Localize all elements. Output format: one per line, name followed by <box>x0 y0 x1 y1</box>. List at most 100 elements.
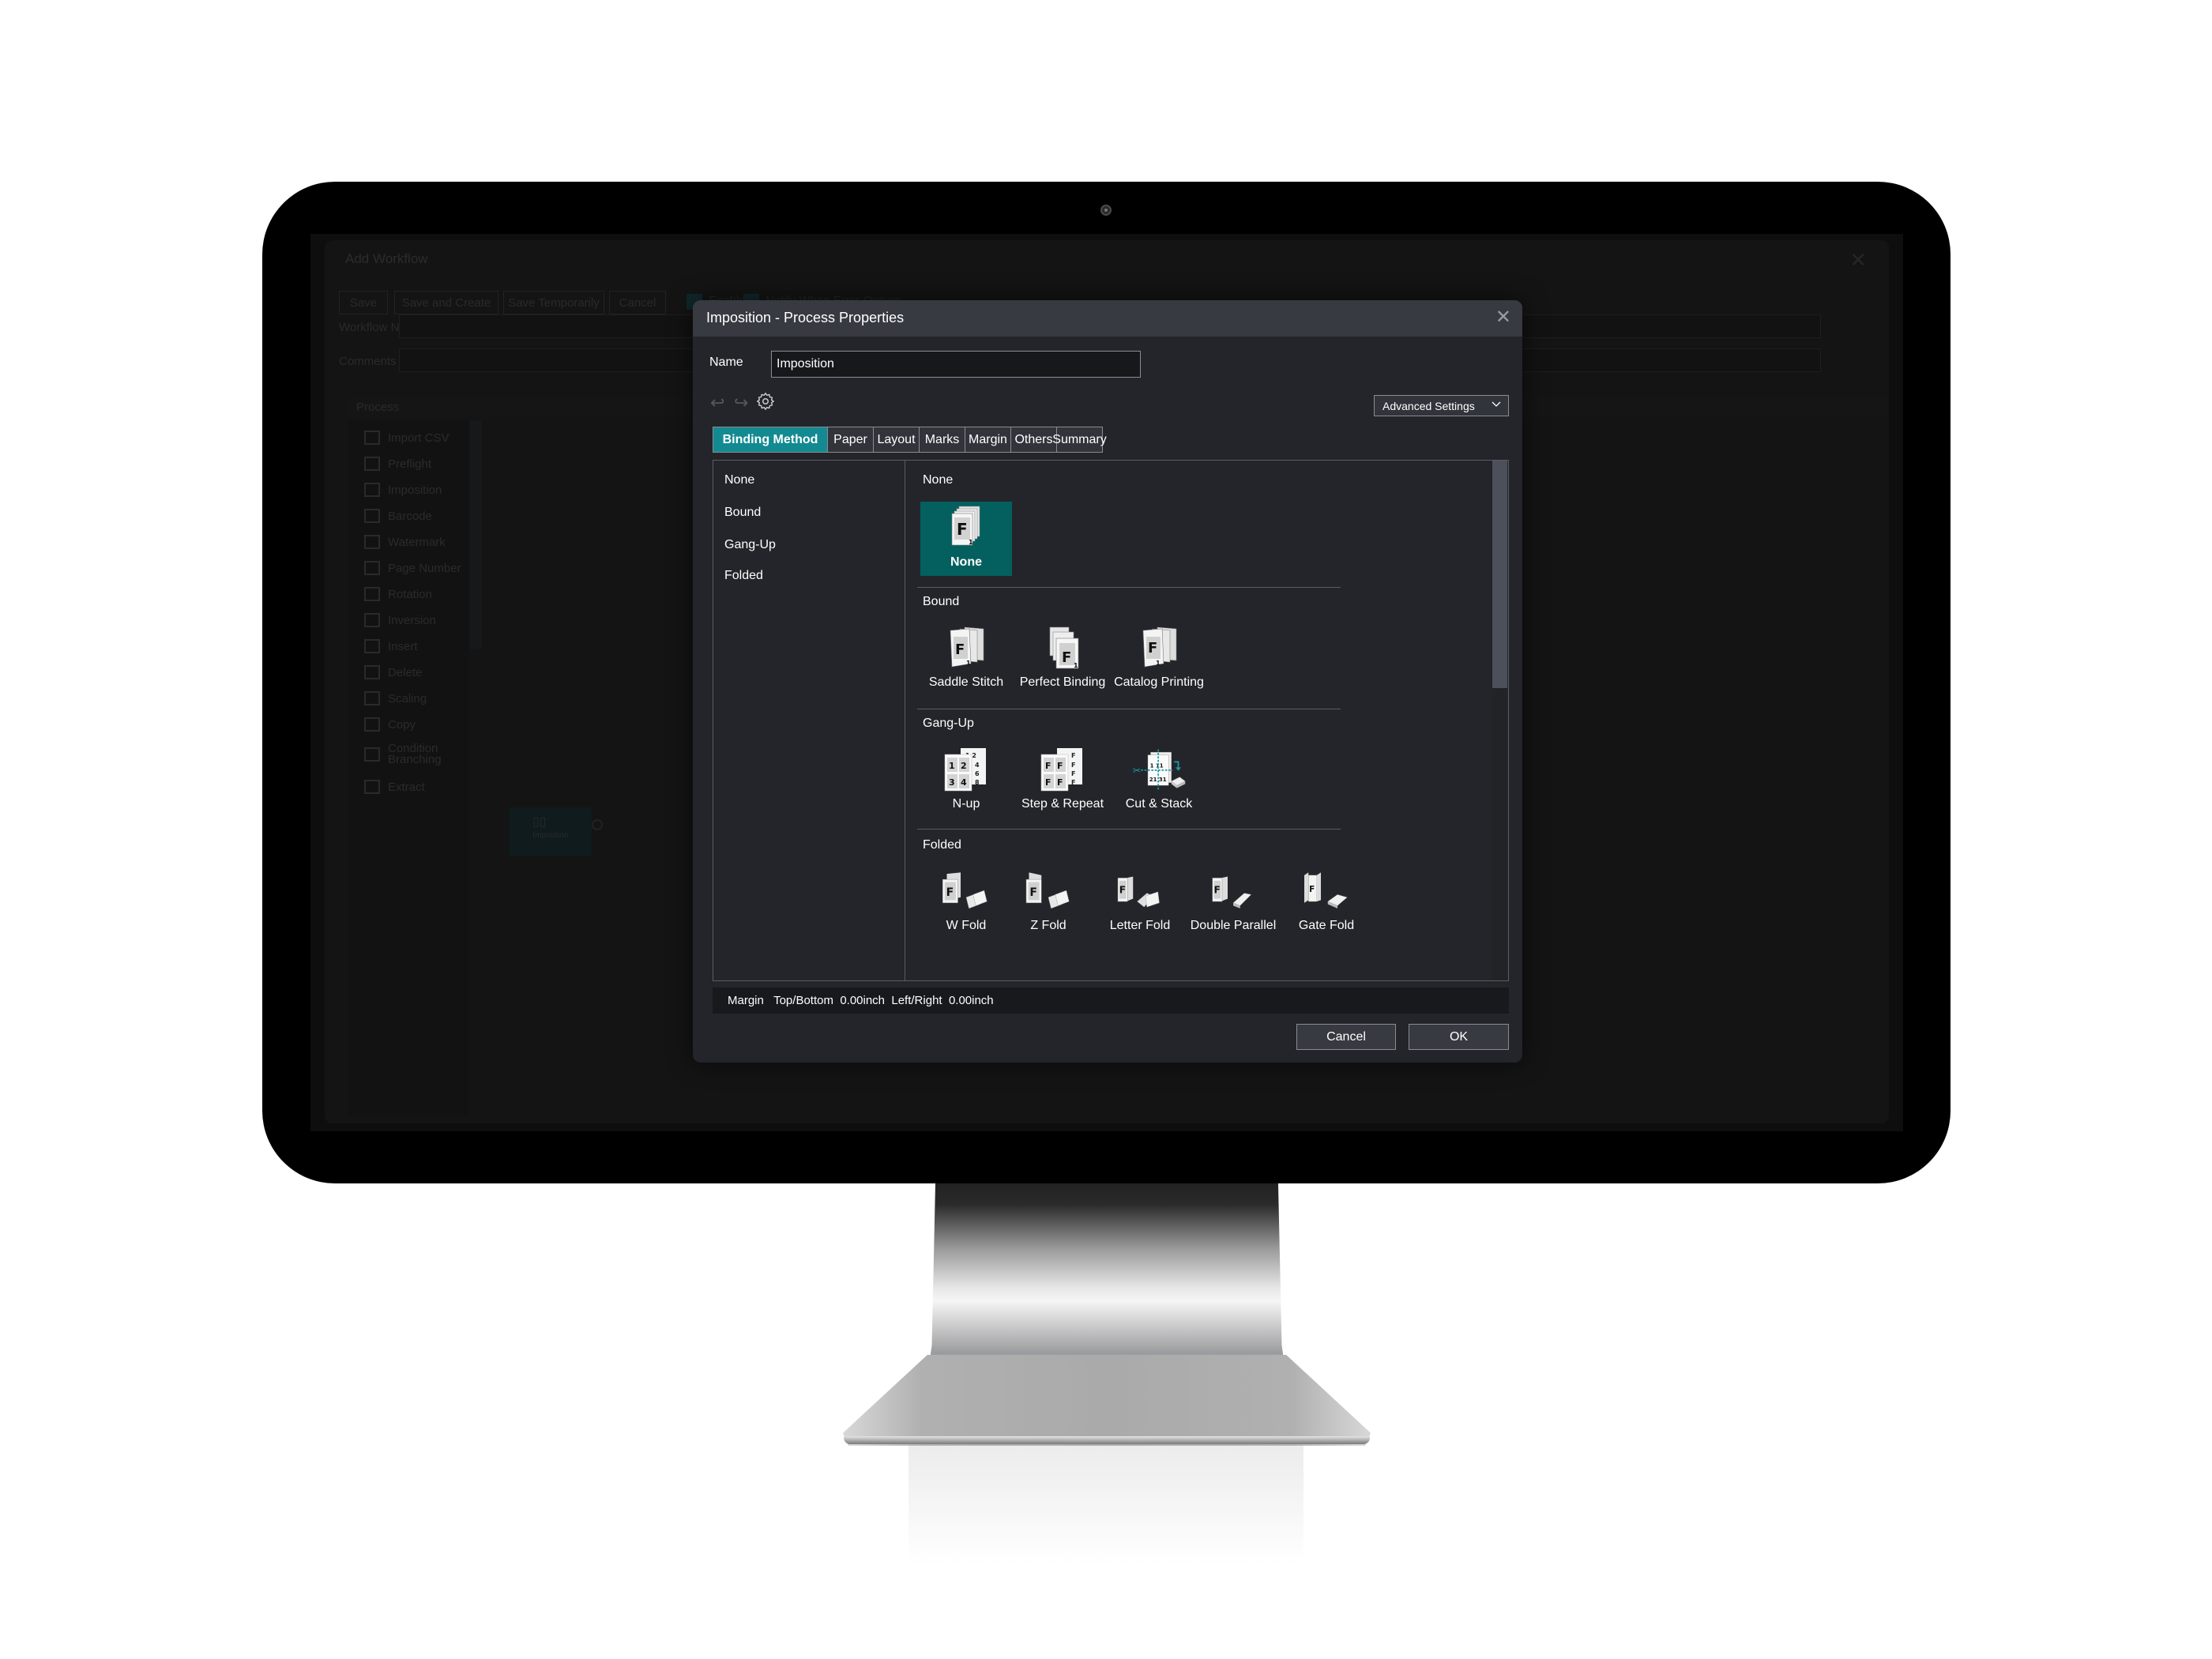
option-label: Gate Fold <box>1298 919 1355 932</box>
process-item[interactable]: Preflight <box>364 457 431 471</box>
svg-text:F: F <box>946 886 954 899</box>
binding-method-panel: None Bound Gang-Up Folded None F1 None B… <box>713 460 1509 981</box>
cancel-button[interactable]: Cancel <box>609 291 666 314</box>
svg-text:1: 1 <box>969 539 973 546</box>
svg-text:F: F <box>1214 885 1221 896</box>
rotation-icon <box>364 587 380 601</box>
option-catalog-printing[interactable]: F1 Catalog Printing <box>1113 622 1205 696</box>
advanced-settings-dropdown[interactable]: Advanced Settings <box>1374 395 1509 416</box>
process-item[interactable]: Watermark <box>364 535 446 549</box>
tab-marks[interactable]: Marks <box>920 427 965 453</box>
option-z-fold[interactable]: F Z Fold <box>1003 865 1094 939</box>
process-sidebar-scrollbar[interactable] <box>469 420 482 649</box>
cancel-button[interactable]: Cancel <box>1296 1024 1396 1050</box>
name-input[interactable] <box>771 351 1141 378</box>
process-item[interactable]: Delete <box>364 665 422 679</box>
process-label: Process <box>356 401 400 414</box>
binding-options: None F1 None Bound F1 Saddle Stitch F1 P… <box>906 461 1508 980</box>
close-icon[interactable]: ✕ <box>1849 248 1867 273</box>
svg-text:F: F <box>1045 777 1051 788</box>
margin-label: Margin <box>728 994 764 1007</box>
svg-text:F: F <box>1057 777 1063 788</box>
z-fold-icon: F <box>1021 867 1076 916</box>
tab-summary[interactable]: Summary <box>1052 427 1107 453</box>
option-w-fold[interactable]: F W Fold <box>920 865 1012 939</box>
option-label: Saddle Stitch <box>928 675 1004 689</box>
process-item[interactable]: Inversion <box>364 613 436 627</box>
svg-text:F: F <box>1071 779 1075 786</box>
process-item[interactable]: Scaling <box>364 691 427 705</box>
save-and-create-hot-folder-button[interactable]: Save and Create Hot Folder <box>394 291 498 333</box>
undo-icon[interactable]: ↩ <box>710 393 724 413</box>
option-step-repeat[interactable]: FFFFFFFF Step & Repeat <box>1017 743 1108 818</box>
option-label: W Fold <box>946 919 987 932</box>
csv-icon <box>364 431 380 445</box>
close-icon[interactable]: ✕ <box>1495 307 1511 328</box>
option-label: None <box>950 555 982 569</box>
category-list: None Bound Gang-Up Folded <box>713 461 905 980</box>
gear-icon[interactable] <box>755 391 776 412</box>
process-item[interactable]: Condition Branching <box>364 743 443 766</box>
section-divider <box>917 587 1341 588</box>
svg-text:F: F <box>1062 649 1071 666</box>
process-item[interactable]: Import CSV <box>364 431 450 445</box>
redo-icon[interactable]: ↪ <box>734 393 748 413</box>
svg-text:2: 2 <box>961 761 967 771</box>
comments-label: Comments <box>339 355 397 368</box>
svg-text:4: 4 <box>961 777 967 788</box>
option-label: N-up <box>952 797 980 811</box>
category-none[interactable]: None <box>724 473 754 487</box>
svg-text:F: F <box>1119 885 1126 896</box>
save-temporarily-button[interactable]: Save Temporarily <box>503 291 604 314</box>
option-saddle-stitch[interactable]: F1 Saddle Stitch <box>920 622 1012 696</box>
option-letter-fold[interactable]: F Letter Fold <box>1094 865 1186 939</box>
preflight-icon <box>364 457 380 471</box>
tab-layout[interactable]: Layout <box>874 427 920 453</box>
tab-others[interactable]: Others <box>1011 427 1057 453</box>
option-label: Catalog Printing <box>1114 675 1204 689</box>
section-divider <box>917 829 1341 830</box>
letter-fold-icon: F <box>1112 867 1168 916</box>
gate-fold-icon: F <box>1299 867 1354 916</box>
option-double-parallel[interactable]: F Double Parallel <box>1187 865 1279 939</box>
save-button[interactable]: Save <box>339 291 388 314</box>
svg-text:F: F <box>1045 761 1051 771</box>
process-item-label: Barcode <box>388 509 432 523</box>
category-folded[interactable]: Folded <box>724 569 763 583</box>
double-parallel-icon: F <box>1206 867 1261 916</box>
tab-binding-method[interactable]: Binding Method <box>713 427 828 453</box>
option-gate-fold[interactable]: F Gate Fold <box>1281 865 1372 939</box>
ok-button[interactable]: OK <box>1409 1024 1509 1050</box>
process-item-label: Imposition <box>388 483 442 497</box>
process-item[interactable]: Insert <box>364 639 418 653</box>
node-connector[interactable] <box>592 819 603 830</box>
process-item[interactable]: Extract <box>364 780 425 794</box>
process-item-label: Import CSV <box>388 431 450 445</box>
dialog-title: Imposition - Process Properties <box>706 310 905 325</box>
section-title-none: None <box>923 473 954 487</box>
option-label: Step & Repeat <box>1021 797 1104 811</box>
option-perfect-binding[interactable]: F1 Perfect Binding <box>1017 622 1108 696</box>
tab-margin[interactable]: Margin <box>965 427 1011 453</box>
svg-text:1: 1 <box>1156 660 1161 667</box>
inversion-icon <box>364 613 380 627</box>
process-item[interactable]: Page Number <box>364 561 461 575</box>
options-scrollbar-thumb[interactable] <box>1492 461 1507 688</box>
tab-bar: Binding Method Paper Layout Marks Margin… <box>713 427 1107 453</box>
process-item[interactable]: Rotation <box>364 587 432 601</box>
option-n-up[interactable]: 1 24681234 N-up <box>920 743 1012 818</box>
tab-paper[interactable]: Paper <box>828 427 874 453</box>
option-cut-stack[interactable]: 1 11 21 31 ✂ Cut & Stack <box>1113 743 1205 818</box>
perfect-binding-icon: F1 <box>1035 623 1090 672</box>
option-none[interactable]: F1 None <box>920 502 1012 576</box>
option-label: Cut & Stack <box>1125 797 1193 811</box>
process-item-label: Delete <box>388 665 423 679</box>
category-bound[interactable]: Bound <box>724 506 761 520</box>
process-item[interactable]: Imposition <box>364 483 442 497</box>
process-item[interactable]: Barcode <box>364 509 432 523</box>
catalog-printing-icon: F1 <box>1131 623 1187 672</box>
category-gang-up[interactable]: Gang-Up <box>724 538 776 552</box>
process-item[interactable]: Copy <box>364 717 416 732</box>
abc-icon <box>364 535 380 549</box>
chevron-down-icon <box>1492 401 1501 407</box>
